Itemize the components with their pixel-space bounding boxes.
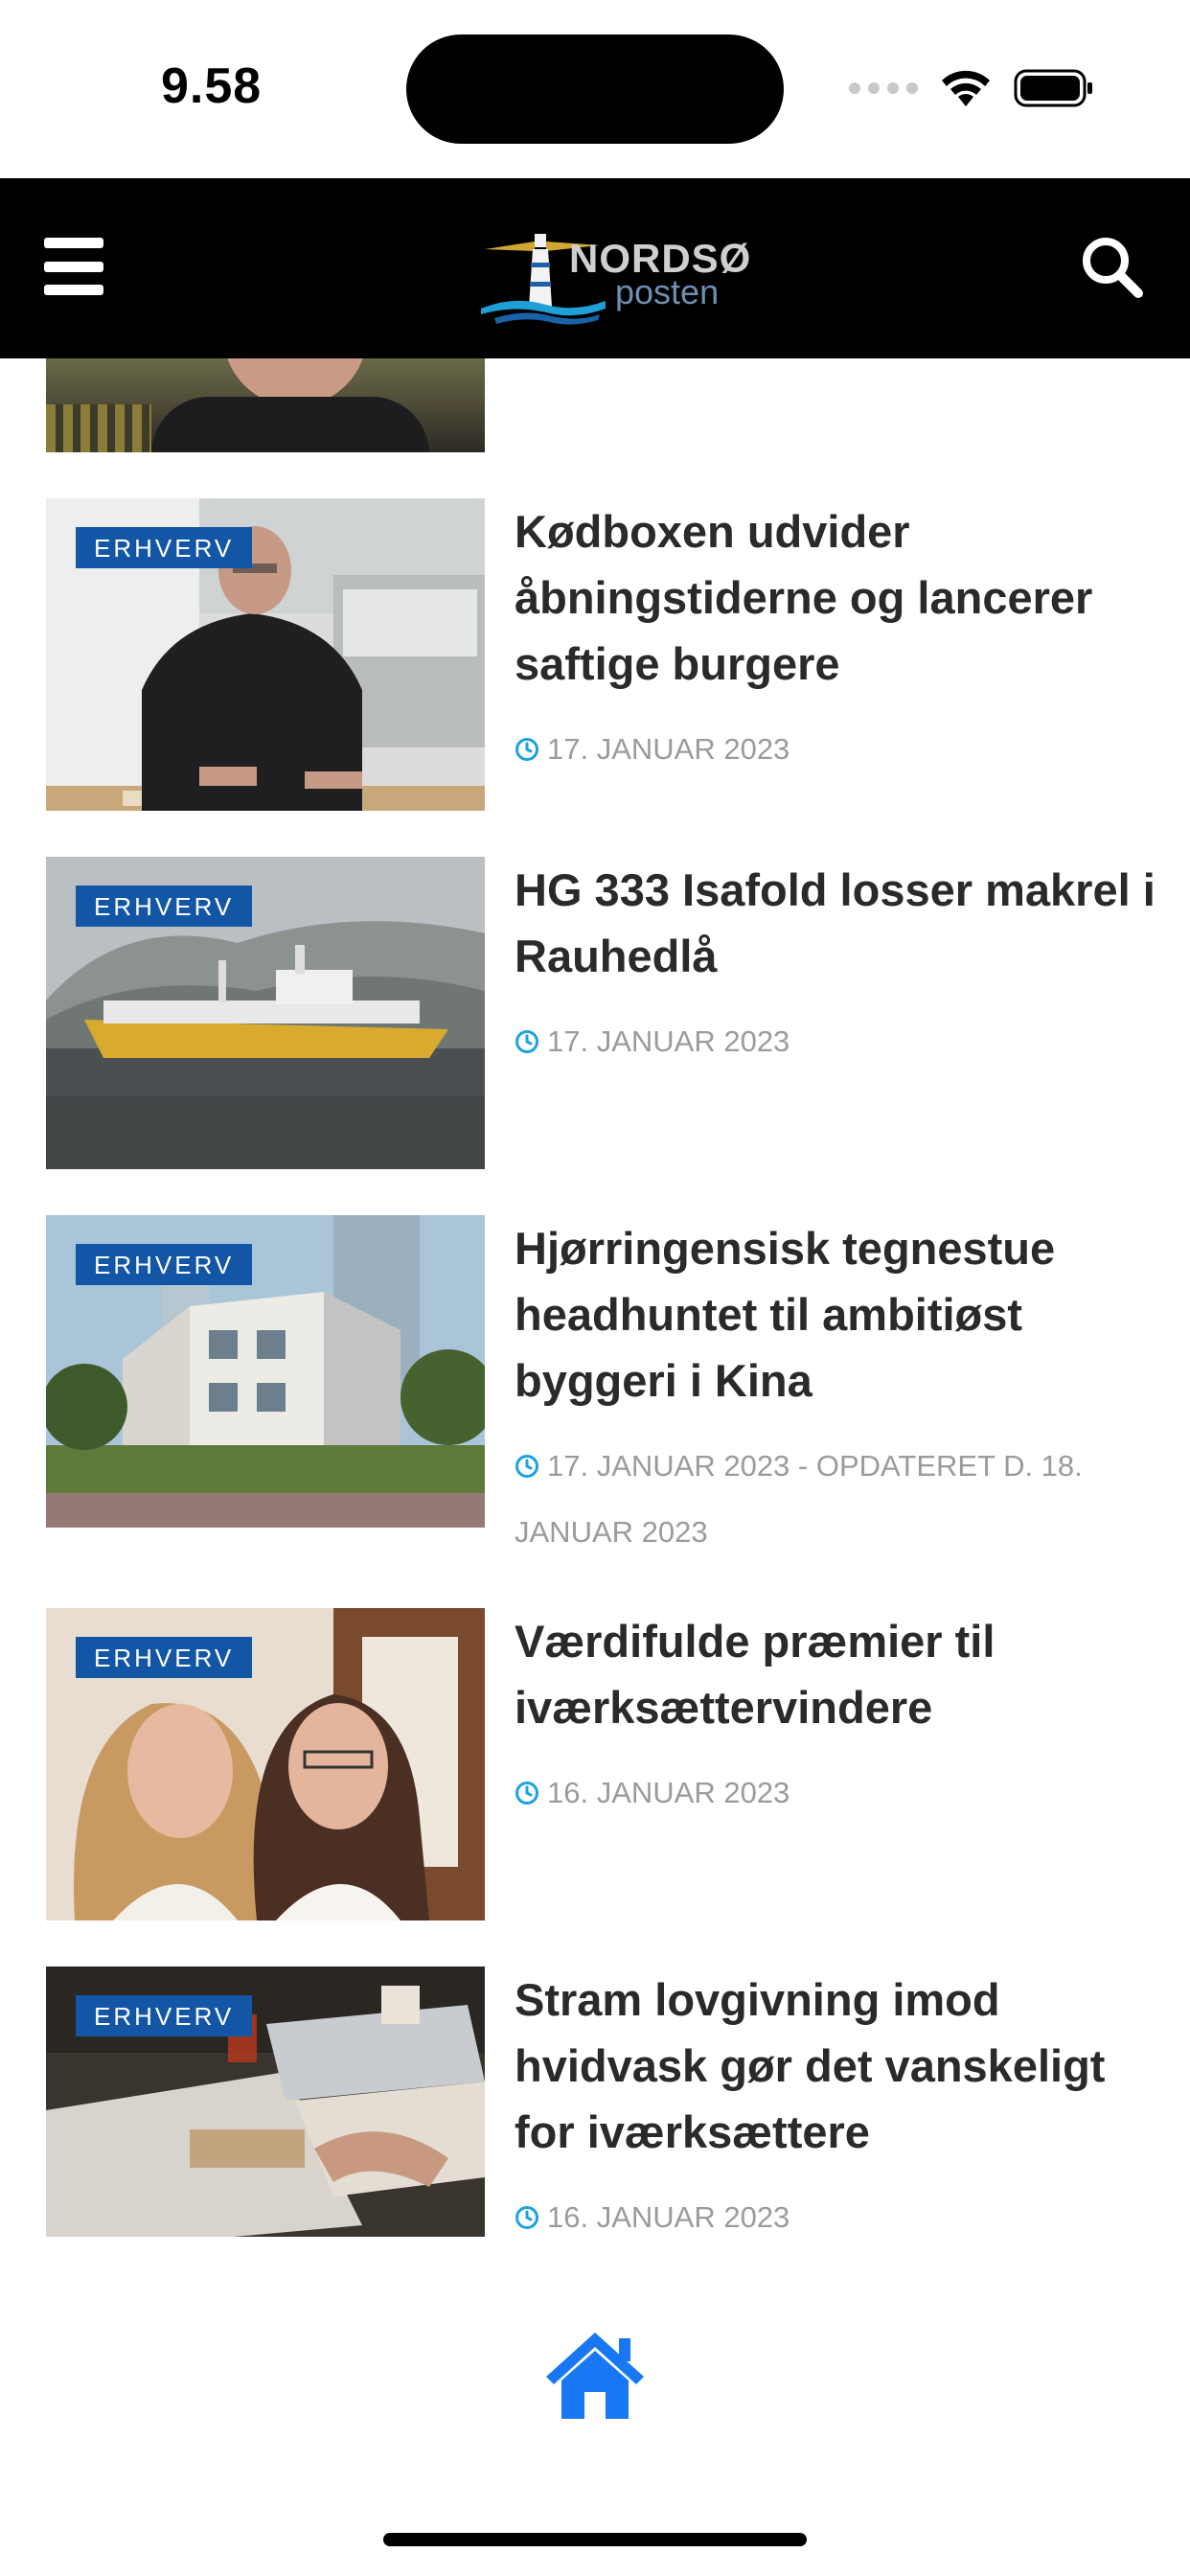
article-date: 17. JANUAR 2023 bbox=[515, 716, 1156, 782]
category-badge[interactable]: ERHVERV bbox=[76, 886, 253, 927]
article-thumbnail[interactable]: ERHVERV bbox=[46, 1215, 485, 1528]
article-list[interactable]: ERHVERV Kødboxen udvider åbningstiderne … bbox=[0, 358, 1190, 2237]
article-item[interactable]: ERHVERV Hjørringensisk tegnestue headhun… bbox=[0, 1215, 1190, 1598]
cellular-signal-icon bbox=[849, 82, 918, 94]
clock-icon bbox=[515, 1782, 538, 1805]
status-time: 9.58 bbox=[161, 58, 263, 114]
article-date: 17. JANUAR 2023 - OPDATERET D. 18. JANUA… bbox=[515, 1433, 1156, 1565]
app-header: NORDSØ posten bbox=[0, 178, 1190, 358]
article-date: 16. JANUAR 2023 bbox=[515, 1760, 1156, 1826]
clock-icon bbox=[515, 1030, 538, 1053]
article-item[interactable]: ERHVERV Værdifulde præmier til iværksætt… bbox=[0, 1608, 1190, 1920]
article-item[interactable]: ERHVERV Stram lovgivning imod hvidvask g… bbox=[0, 1966, 1190, 2237]
article-date-text: 16. JANUAR 2023 bbox=[547, 2200, 790, 2234]
article-title[interactable]: Stram lovgivning imod hvidvask gør det v… bbox=[515, 1966, 1156, 2165]
wifi-icon bbox=[942, 70, 990, 106]
article-date-text: 17. JANUAR 2023 bbox=[547, 1024, 790, 1058]
article-title[interactable]: Kødboxen udvider åbningstiderne og lance… bbox=[515, 498, 1156, 697]
nordso-posten-logo[interactable]: NORDSØ posten bbox=[475, 213, 750, 328]
article-title[interactable]: Værdifulde præmier til iværksættervinder… bbox=[515, 1608, 1156, 1740]
clock-icon bbox=[515, 2206, 538, 2229]
article-date-text: 17. JANUAR 2023 bbox=[547, 732, 790, 766]
hamburger-menu-icon[interactable] bbox=[44, 238, 103, 295]
category-badge[interactable]: ERHVERV bbox=[76, 1995, 253, 2036]
article-thumbnail[interactable]: ERHVERV bbox=[46, 498, 485, 811]
article-date: 16. JANUAR 2023 bbox=[515, 2184, 1156, 2237]
category-badge[interactable]: ERHVERV bbox=[76, 527, 253, 568]
home-icon[interactable] bbox=[542, 2327, 648, 2423]
status-icons bbox=[849, 65, 1094, 111]
article-thumbnail-partial[interactable] bbox=[46, 358, 485, 452]
article-title[interactable]: HG 333 Isafold losser makrel i Rauhedlå bbox=[515, 857, 1156, 989]
article-date: 17. JANUAR 2023 bbox=[515, 1008, 1156, 1074]
article-item[interactable]: ERHVERV Kødboxen udvider åbningstiderne … bbox=[0, 498, 1190, 811]
dynamic-island bbox=[406, 34, 784, 144]
search-icon[interactable] bbox=[1077, 232, 1146, 301]
article-item[interactable]: ERHVERV HG 333 Isafold losser makrel i R… bbox=[0, 857, 1190, 1169]
category-badge[interactable]: ERHVERV bbox=[76, 1244, 253, 1285]
logo-subtext: posten bbox=[615, 272, 720, 311]
article-thumbnail[interactable]: ERHVERV bbox=[46, 1966, 485, 2237]
article-date-text: 17. JANUAR 2023 - OPDATERET D. 18. JANUA… bbox=[515, 1449, 1083, 1549]
article-title[interactable]: Hjørringensisk tegnestue headhuntet til … bbox=[515, 1215, 1156, 1414]
clock-icon bbox=[515, 738, 538, 761]
clock-icon bbox=[515, 1455, 538, 1478]
home-indicator[interactable] bbox=[383, 2533, 807, 2546]
category-badge[interactable]: ERHVERV bbox=[76, 1637, 253, 1678]
article-date-text: 16. JANUAR 2023 bbox=[547, 1776, 790, 1809]
article-thumbnail[interactable]: ERHVERV bbox=[46, 857, 485, 1169]
status-bar: 9.58 bbox=[0, 0, 1190, 178]
article-thumbnail[interactable]: ERHVERV bbox=[46, 1608, 485, 1920]
battery-icon bbox=[1014, 69, 1092, 107]
